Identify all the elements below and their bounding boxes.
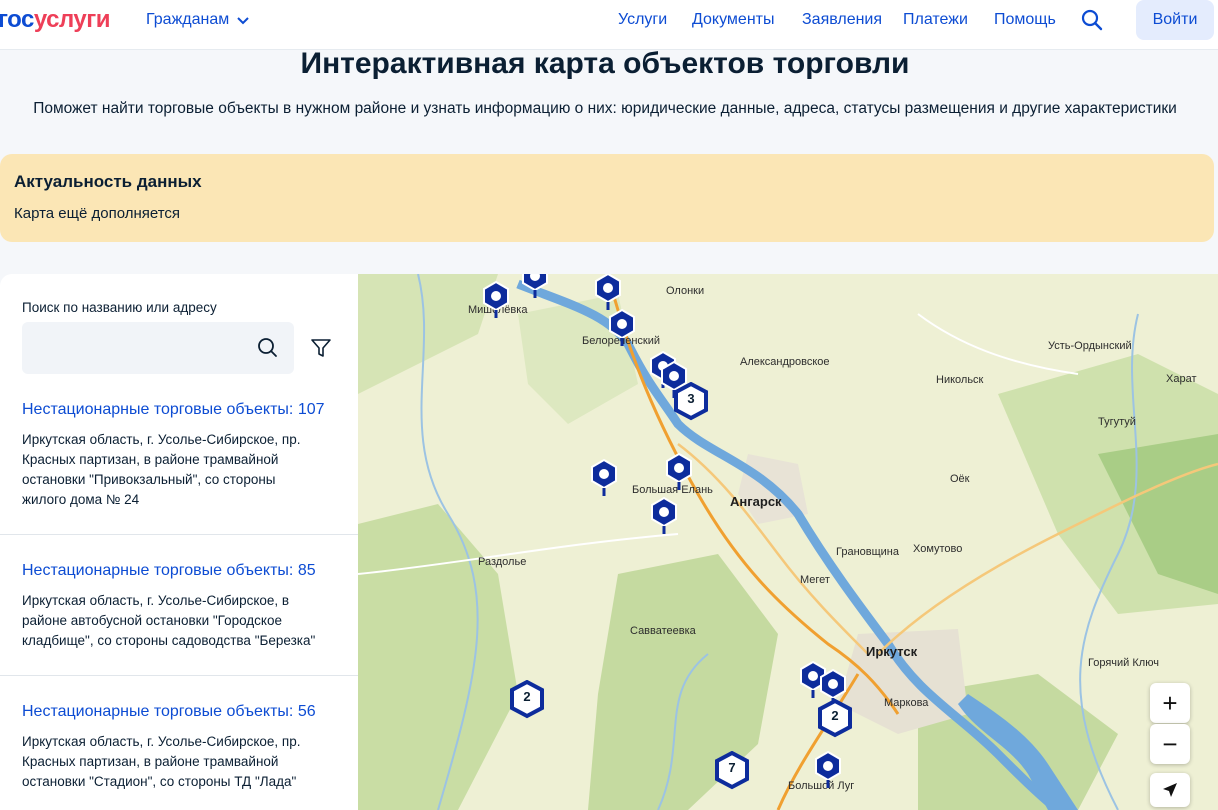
search-panel: Поиск по названию или адресу Нестационар… xyxy=(0,274,358,810)
zoom-out-button[interactable]: − xyxy=(1150,724,1190,764)
nav-applications[interactable]: Заявления xyxy=(802,11,882,29)
place-label: Савватеевка xyxy=(630,625,696,637)
place-label: Раздолье xyxy=(478,556,527,568)
gosuslugi-logo[interactable]: госуслуги xyxy=(0,6,111,34)
place-label: Горячий Ключ xyxy=(1088,657,1159,669)
map-cluster[interactable]: 7 xyxy=(714,750,750,791)
map-pin-icon[interactable] xyxy=(481,280,511,320)
place-label: Тугутуй xyxy=(1098,416,1136,428)
list-divider xyxy=(0,675,358,676)
locate-me-button[interactable] xyxy=(1150,773,1190,807)
location-arrow-icon xyxy=(1163,783,1177,797)
place-label: Оёк xyxy=(950,473,970,485)
place-label: Олонки xyxy=(666,285,705,297)
notice-title: Актуальность данных xyxy=(14,172,202,191)
map-base xyxy=(358,274,1218,810)
place-label-city: Иркутск xyxy=(866,644,918,659)
logo-gos-text: гос xyxy=(0,6,34,33)
map-pin-icon[interactable] xyxy=(520,274,550,300)
nav-documents[interactable]: Документы xyxy=(692,11,774,29)
cluster-count: 3 xyxy=(687,391,695,406)
object-item-address: Иркутская область, г. Усолье-Сибирское, … xyxy=(22,432,301,507)
logo-uslugi-text: услуги xyxy=(33,6,111,33)
place-label: Маркова xyxy=(884,697,929,709)
filter-icon[interactable] xyxy=(310,337,332,359)
object-item-address: Иркутская область, г. Усолье-Сибирское, … xyxy=(22,593,316,648)
search-icon[interactable] xyxy=(1080,8,1104,32)
interactive-map[interactable]: Олонки Мишелёвка Белореченский Александр… xyxy=(358,274,1218,810)
place-label-city: Ангарск xyxy=(730,494,782,509)
page-title: Интерактивная карта объектов торговли xyxy=(300,47,910,80)
map-cluster[interactable]: 2 xyxy=(509,679,545,720)
search-input[interactable] xyxy=(22,322,242,374)
audience-label: Гражданам xyxy=(146,11,230,28)
data-actuality-notice: Актуальность данных Карта ещё дополняетс… xyxy=(0,154,1214,242)
object-item-title[interactable]: Нестационарные торговые объекты: 85 xyxy=(22,562,316,580)
cluster-count: 2 xyxy=(831,708,839,723)
site-header: госуслуги Гражданам Услуги Документы Зая… xyxy=(0,0,1218,50)
map-pin-icon[interactable] xyxy=(593,274,623,312)
place-label: Никольск xyxy=(936,374,984,386)
place-label: Александровское xyxy=(740,356,830,368)
place-label: Харат xyxy=(1166,373,1197,385)
page-subtitle: Поможет найти торговые объекты в нужном … xyxy=(33,100,1177,117)
search-box xyxy=(22,322,294,374)
notice-text: Карта ещё дополняется xyxy=(14,205,181,222)
object-item-title[interactable]: Нестационарные торговые объекты: 56 xyxy=(22,703,316,721)
nav-payments[interactable]: Платежи xyxy=(903,11,968,29)
map-pin-icon[interactable] xyxy=(664,452,694,492)
place-label: Усть-Ордынский xyxy=(1048,340,1132,352)
object-item-title[interactable]: Нестационарные торговые объекты: 107 xyxy=(22,401,325,419)
place-label: Мегет xyxy=(800,574,830,586)
map-pin-icon[interactable] xyxy=(607,308,637,348)
zoom-in-button[interactable]: + xyxy=(1150,683,1190,723)
map-pin-icon[interactable] xyxy=(589,458,619,498)
cluster-count: 2 xyxy=(523,689,531,704)
list-divider xyxy=(0,534,358,535)
nav-help[interactable]: Помощь xyxy=(994,11,1056,29)
audience-dropdown[interactable]: Гражданам xyxy=(146,11,249,29)
cluster-count: 7 xyxy=(728,760,736,775)
search-icon[interactable] xyxy=(256,336,280,360)
object-item-address: Иркутская область, г. Усолье-Сибирское, … xyxy=(22,734,301,789)
map-pin-icon[interactable] xyxy=(813,750,843,790)
map-cluster[interactable]: 3 xyxy=(673,381,709,422)
search-label: Поиск по названию или адресу xyxy=(22,300,217,315)
chevron-down-icon xyxy=(237,17,249,25)
map-cluster[interactable]: 2 xyxy=(817,698,853,739)
place-label: Хомутово xyxy=(913,543,963,555)
place-label: Грановщина xyxy=(836,546,899,558)
map-pin-icon[interactable] xyxy=(649,496,679,536)
nav-services[interactable]: Услуги xyxy=(618,11,667,29)
login-button[interactable]: Войти xyxy=(1136,0,1214,40)
